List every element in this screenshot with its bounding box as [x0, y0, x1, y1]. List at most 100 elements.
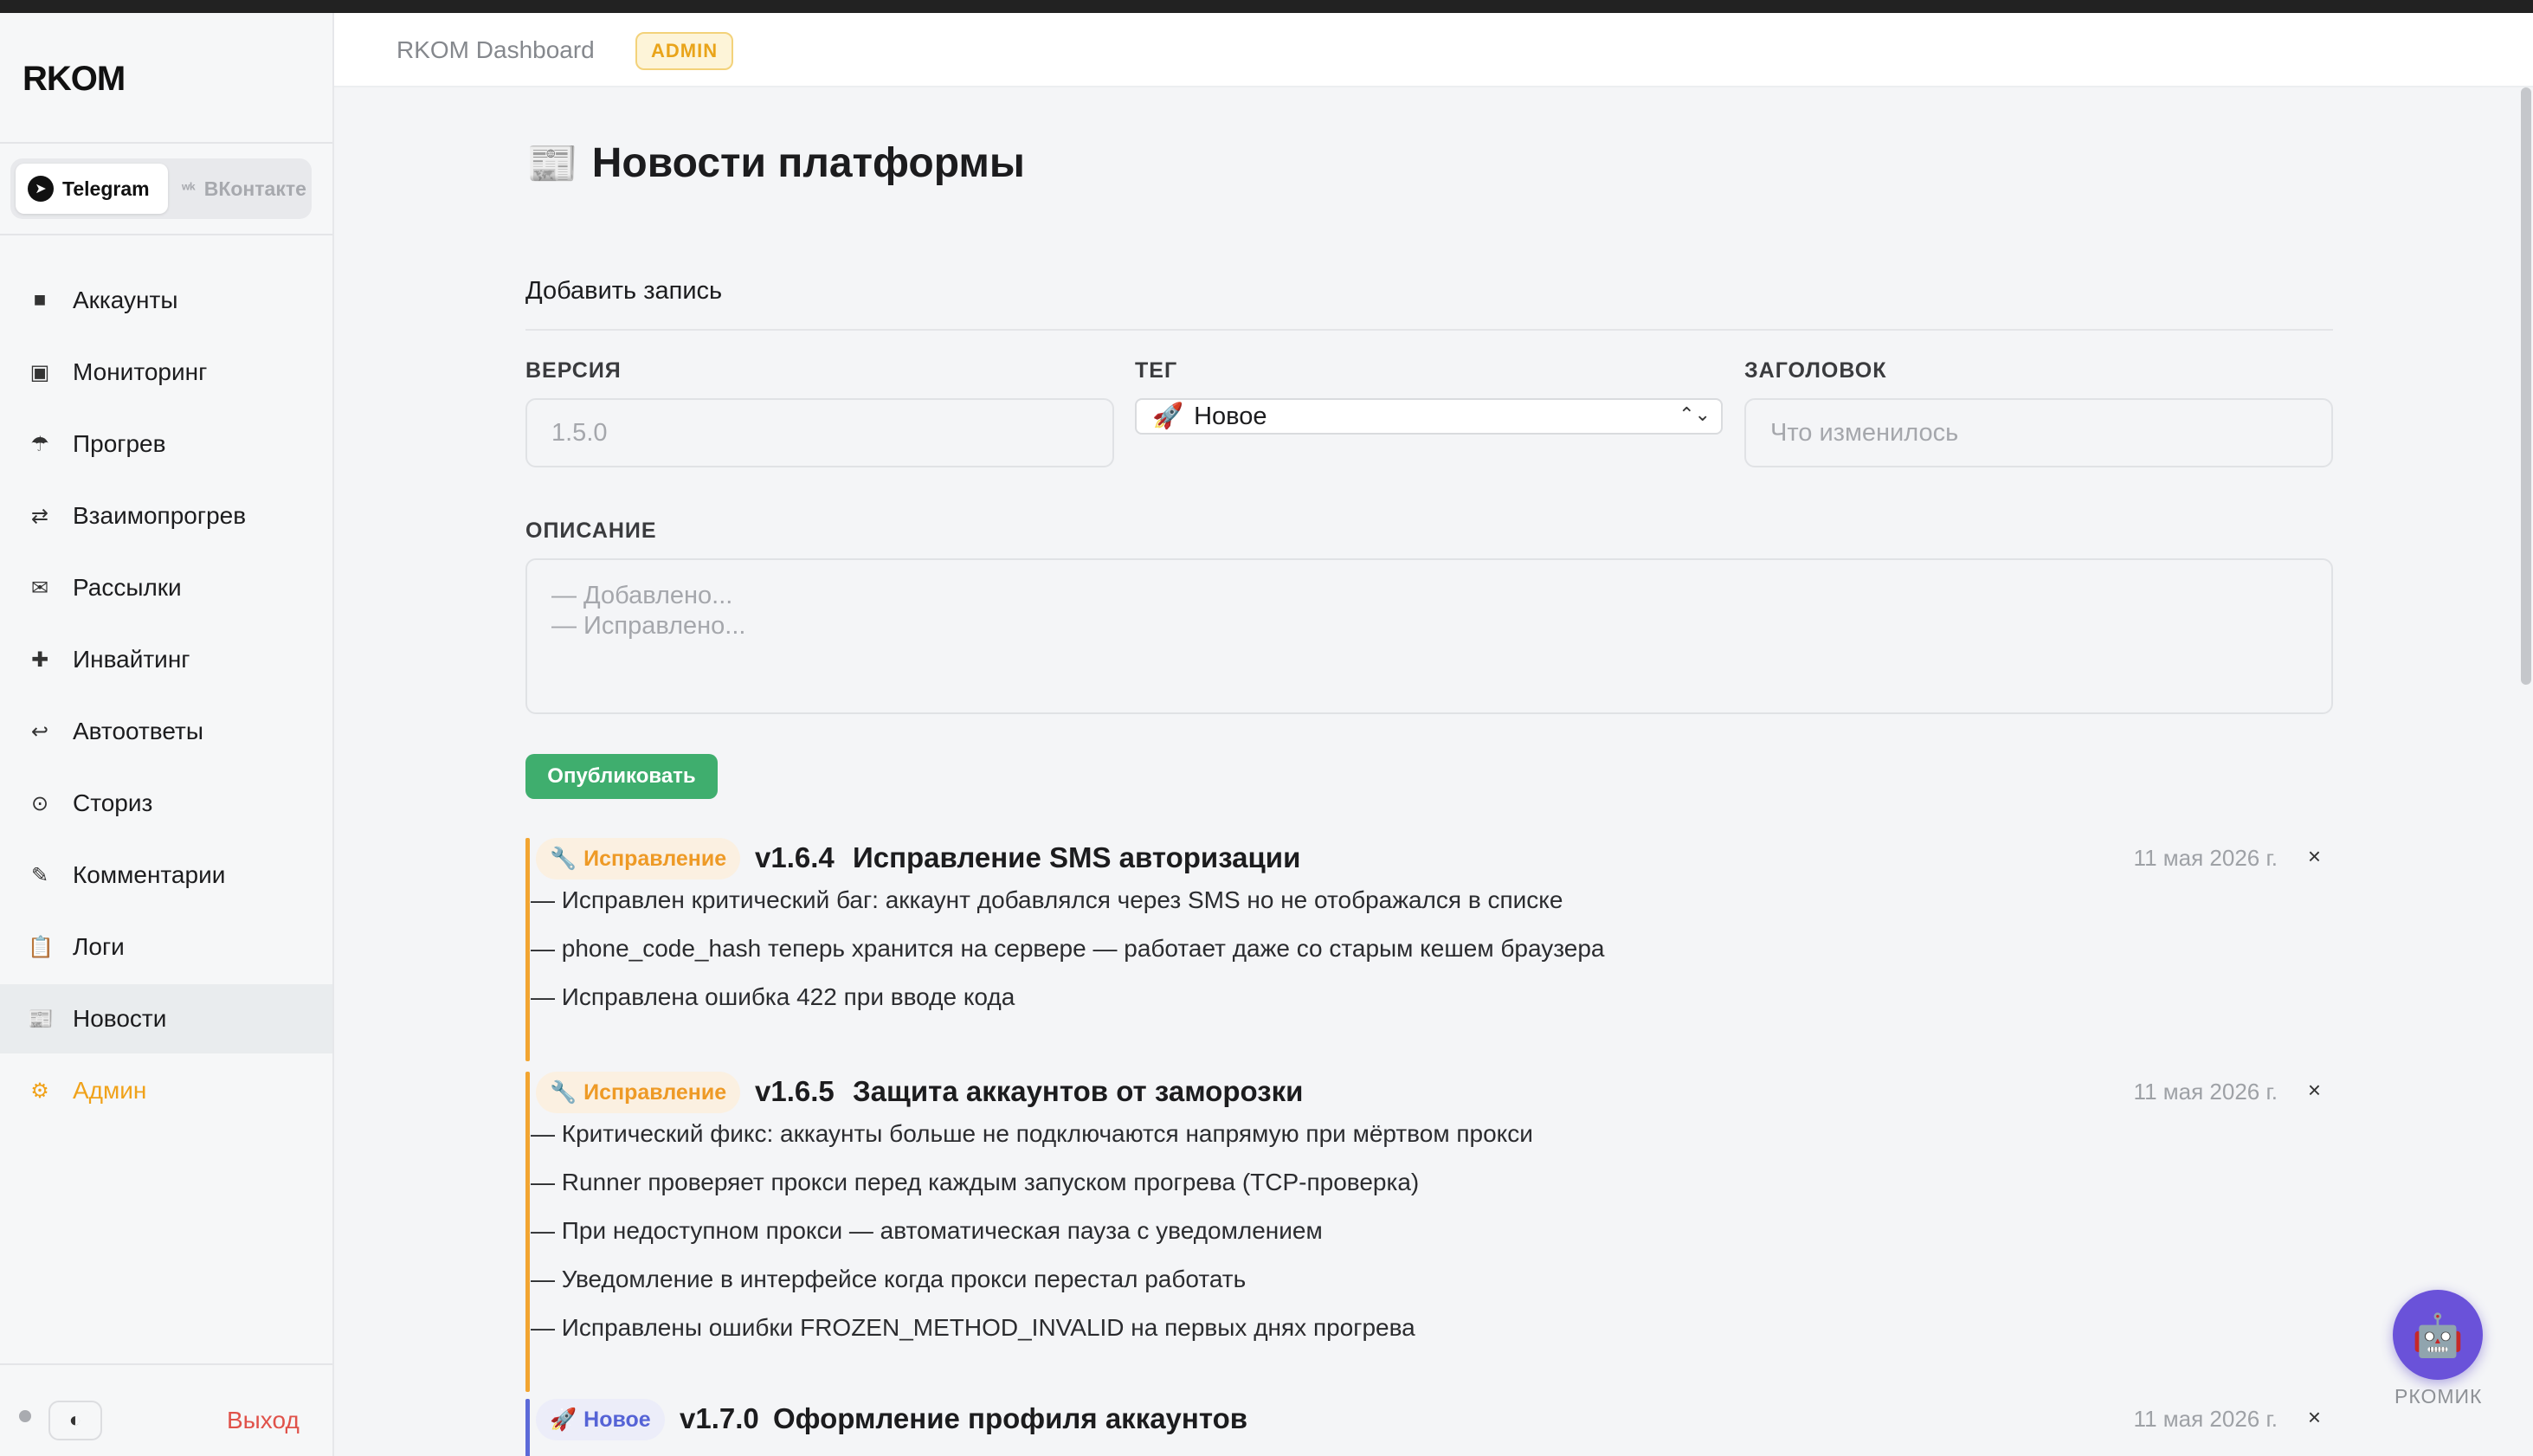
- entry-tag-label: Новое: [583, 1407, 651, 1432]
- connection-status-dot: [19, 1410, 31, 1422]
- sidebar-item-autoreplies[interactable]: ↩ Автоответы: [0, 697, 332, 766]
- theme-toggle-button[interactable]: ◐: [48, 1401, 102, 1440]
- sidebar-item-label: Аккаунты: [73, 287, 178, 313]
- entry-title: Защита аккаунтов от заморозки: [853, 1075, 1304, 1107]
- entry-line: — Уведомление в интерфейсе когда прокси …: [531, 1266, 1247, 1292]
- sidebar-item-monitoring[interactable]: ▣ Мониторинг: [0, 338, 332, 407]
- delete-entry-button[interactable]: ×: [2308, 843, 2321, 870]
- platform-switch: ➤ Telegram ʷᵏ ВКонтакте: [10, 158, 312, 219]
- wrench-icon: 🔧: [550, 1079, 577, 1105]
- version-label: ВЕРСИЯ: [525, 358, 622, 383]
- section-divider: [525, 329, 2333, 331]
- entry-line: — Исправлен критический баг: аккаунт доб…: [531, 886, 1563, 913]
- mailings-icon: ✉: [30, 576, 49, 600]
- delete-entry-button[interactable]: ×: [2308, 1404, 2321, 1431]
- assistant-bot-button[interactable]: 🤖: [2393, 1290, 2483, 1380]
- vk-icon: ʷᵏ: [182, 179, 196, 197]
- entry-line: — Исправлены ошибки FROZEN_METHOD_INVALI…: [531, 1314, 1415, 1341]
- mutual-warmup-icon: ⇄: [30, 504, 49, 528]
- platform-tab-label: Telegram: [62, 177, 150, 200]
- entry-accent-bar: [525, 1072, 530, 1392]
- sidebar-item-label: Инвайтинг: [73, 646, 190, 673]
- sidebar-item-mutual-warmup[interactable]: ⇄ Взаимопрогрев: [0, 481, 332, 551]
- news-icon: 📰: [28, 1007, 54, 1031]
- wrench-icon: 🔧: [550, 846, 577, 871]
- description-placeholder-line: — Исправлено...: [551, 612, 746, 640]
- contrast-icon: ◐: [68, 1408, 82, 1432]
- sidebar-item-label: Рассылки: [73, 574, 182, 601]
- sidebar-item-label: Взаимопрогрев: [73, 502, 247, 529]
- version-input[interactable]: 1.5.0: [525, 398, 1114, 467]
- entry-version: v1.6.4: [755, 841, 835, 873]
- sidebar: RKOM ➤ Telegram ʷᵏ ВКонтакте ■ Аккаунты ▣ М…: [0, 13, 334, 1456]
- comments-icon: ✎: [30, 863, 49, 887]
- tag-label: ТЕГ: [1135, 358, 1178, 383]
- sidebar-divider: [0, 142, 332, 144]
- sidebar-item-accounts[interactable]: ■ Аккаунты: [0, 266, 332, 335]
- sidebar-item-label: Новости: [73, 1005, 167, 1032]
- entry-tag-label: Исправление: [583, 1079, 727, 1105]
- entry-line: — Критический фикс: аккаунты больше не п…: [531, 1120, 1533, 1147]
- sidebar-item-comments[interactable]: ✎ Комментарии: [0, 841, 332, 910]
- delete-entry-button[interactable]: ×: [2308, 1077, 2321, 1104]
- telegram-icon: ➤: [28, 176, 54, 202]
- page-title-text: Новости платформы: [591, 140, 1025, 186]
- news-entry: 🚀 Новое v1.7.0 Оформление профиля аккаунтов…: [525, 1399, 2333, 1456]
- entry-tag-badge: 🚀 Новое: [536, 1399, 665, 1440]
- entry-line: — При недоступном прокси — автоматическа…: [531, 1217, 1323, 1244]
- entry-title: Исправление SMS авторизации: [853, 841, 1301, 873]
- sidebar-item-label: Комментарии: [73, 861, 226, 888]
- newspaper-icon: 📰: [526, 141, 578, 187]
- entry-line: — Исправлена ошибка 422 при вводе кода: [531, 983, 1015, 1010]
- entry-tag-label: Исправление: [583, 846, 727, 871]
- tag-select-value: Новое: [1194, 402, 1267, 430]
- platform-tab-label: ВКонтакте: [203, 177, 306, 200]
- title-input[interactable]: Что изменилось: [1744, 398, 2333, 467]
- entry-title: Оформление профиля аккаунтов: [773, 1402, 1248, 1434]
- sidebar-item-label: Прогрев: [73, 430, 166, 457]
- warmup-icon: ☂: [30, 432, 49, 456]
- entry-tag-badge: 🔧 Исправление: [536, 838, 741, 879]
- sidebar-item-label: Мониторинг: [73, 358, 208, 385]
- entry-date: 11 мая 2026 г.: [2133, 845, 2278, 871]
- logout-button[interactable]: Выход: [227, 1407, 300, 1434]
- sidebar-item-warmup[interactable]: ☂ Прогрев: [0, 409, 332, 479]
- entry-line: — Runner проверяет прокси перед каждым з…: [531, 1169, 1420, 1195]
- publish-button[interactable]: Опубликовать: [525, 754, 718, 799]
- page-scrollbar[interactable]: [2521, 87, 2531, 685]
- robot-icon: 🤖: [2412, 1312, 2464, 1359]
- sidebar-item-admin[interactable]: ⚙ Админ: [0, 1056, 332, 1125]
- tag-select[interactable]: 🚀 Новое ⌃⌄: [1135, 398, 1723, 435]
- entry-version: v1.6.5: [755, 1075, 835, 1107]
- sidebar-item-logs[interactable]: 📋 Логи: [0, 912, 332, 982]
- header-title: RKOM Dashboard: [396, 36, 595, 63]
- sidebar-item-mailings[interactable]: ✉ Рассылки: [0, 553, 332, 622]
- sidebar-divider: [0, 234, 332, 235]
- platform-tab-telegram[interactable]: ➤ Telegram: [16, 164, 168, 214]
- stories-icon: ⊙: [30, 791, 49, 815]
- sidebar-item-news[interactable]: 📰 Новости: [0, 984, 332, 1053]
- entry-accent-bar: [525, 1399, 530, 1456]
- sidebar-item-label: Автоответы: [73, 718, 203, 744]
- entry-line: — phone_code_hash теперь хранится на сер…: [531, 935, 1605, 962]
- description-textarea[interactable]: — Добавлено... — Исправлено...: [525, 558, 2333, 714]
- add-entry-section-title: Добавить запись: [525, 277, 723, 305]
- sidebar-item-label: Сториз: [73, 789, 153, 816]
- autoreplies-icon: ↩: [30, 719, 49, 744]
- sidebar-item-stories[interactable]: ⊙ Сториз: [0, 769, 332, 838]
- select-arrows-icon: ⌃⌄: [1679, 403, 1711, 425]
- description-label: ОПИСАНИЕ: [525, 519, 657, 543]
- platform-tab-vk[interactable]: ʷᵏ ВКонтакте: [170, 164, 308, 214]
- title-label: ЗАГОЛОВОК: [1744, 358, 1887, 383]
- entry-version: v1.7.0: [680, 1402, 759, 1434]
- admin-badge: ADMIN: [635, 32, 734, 70]
- inviting-icon: ✚: [30, 647, 49, 672]
- entry-date: 11 мая 2026 г.: [2133, 1406, 2278, 1432]
- sidebar-item-label: Логи: [73, 933, 125, 960]
- news-entry: 🔧 Исправление v1.6.5 Защита аккаунтов от за…: [525, 1072, 2333, 1392]
- sidebar-item-label: Админ: [73, 1077, 147, 1104]
- accounts-icon: ■: [33, 288, 47, 312]
- description-placeholder-line: — Добавлено...: [551, 582, 733, 609]
- sidebar-item-inviting[interactable]: ✚ Инвайтинг: [0, 625, 332, 694]
- entry-tag-badge: 🔧 Исправление: [536, 1072, 741, 1113]
